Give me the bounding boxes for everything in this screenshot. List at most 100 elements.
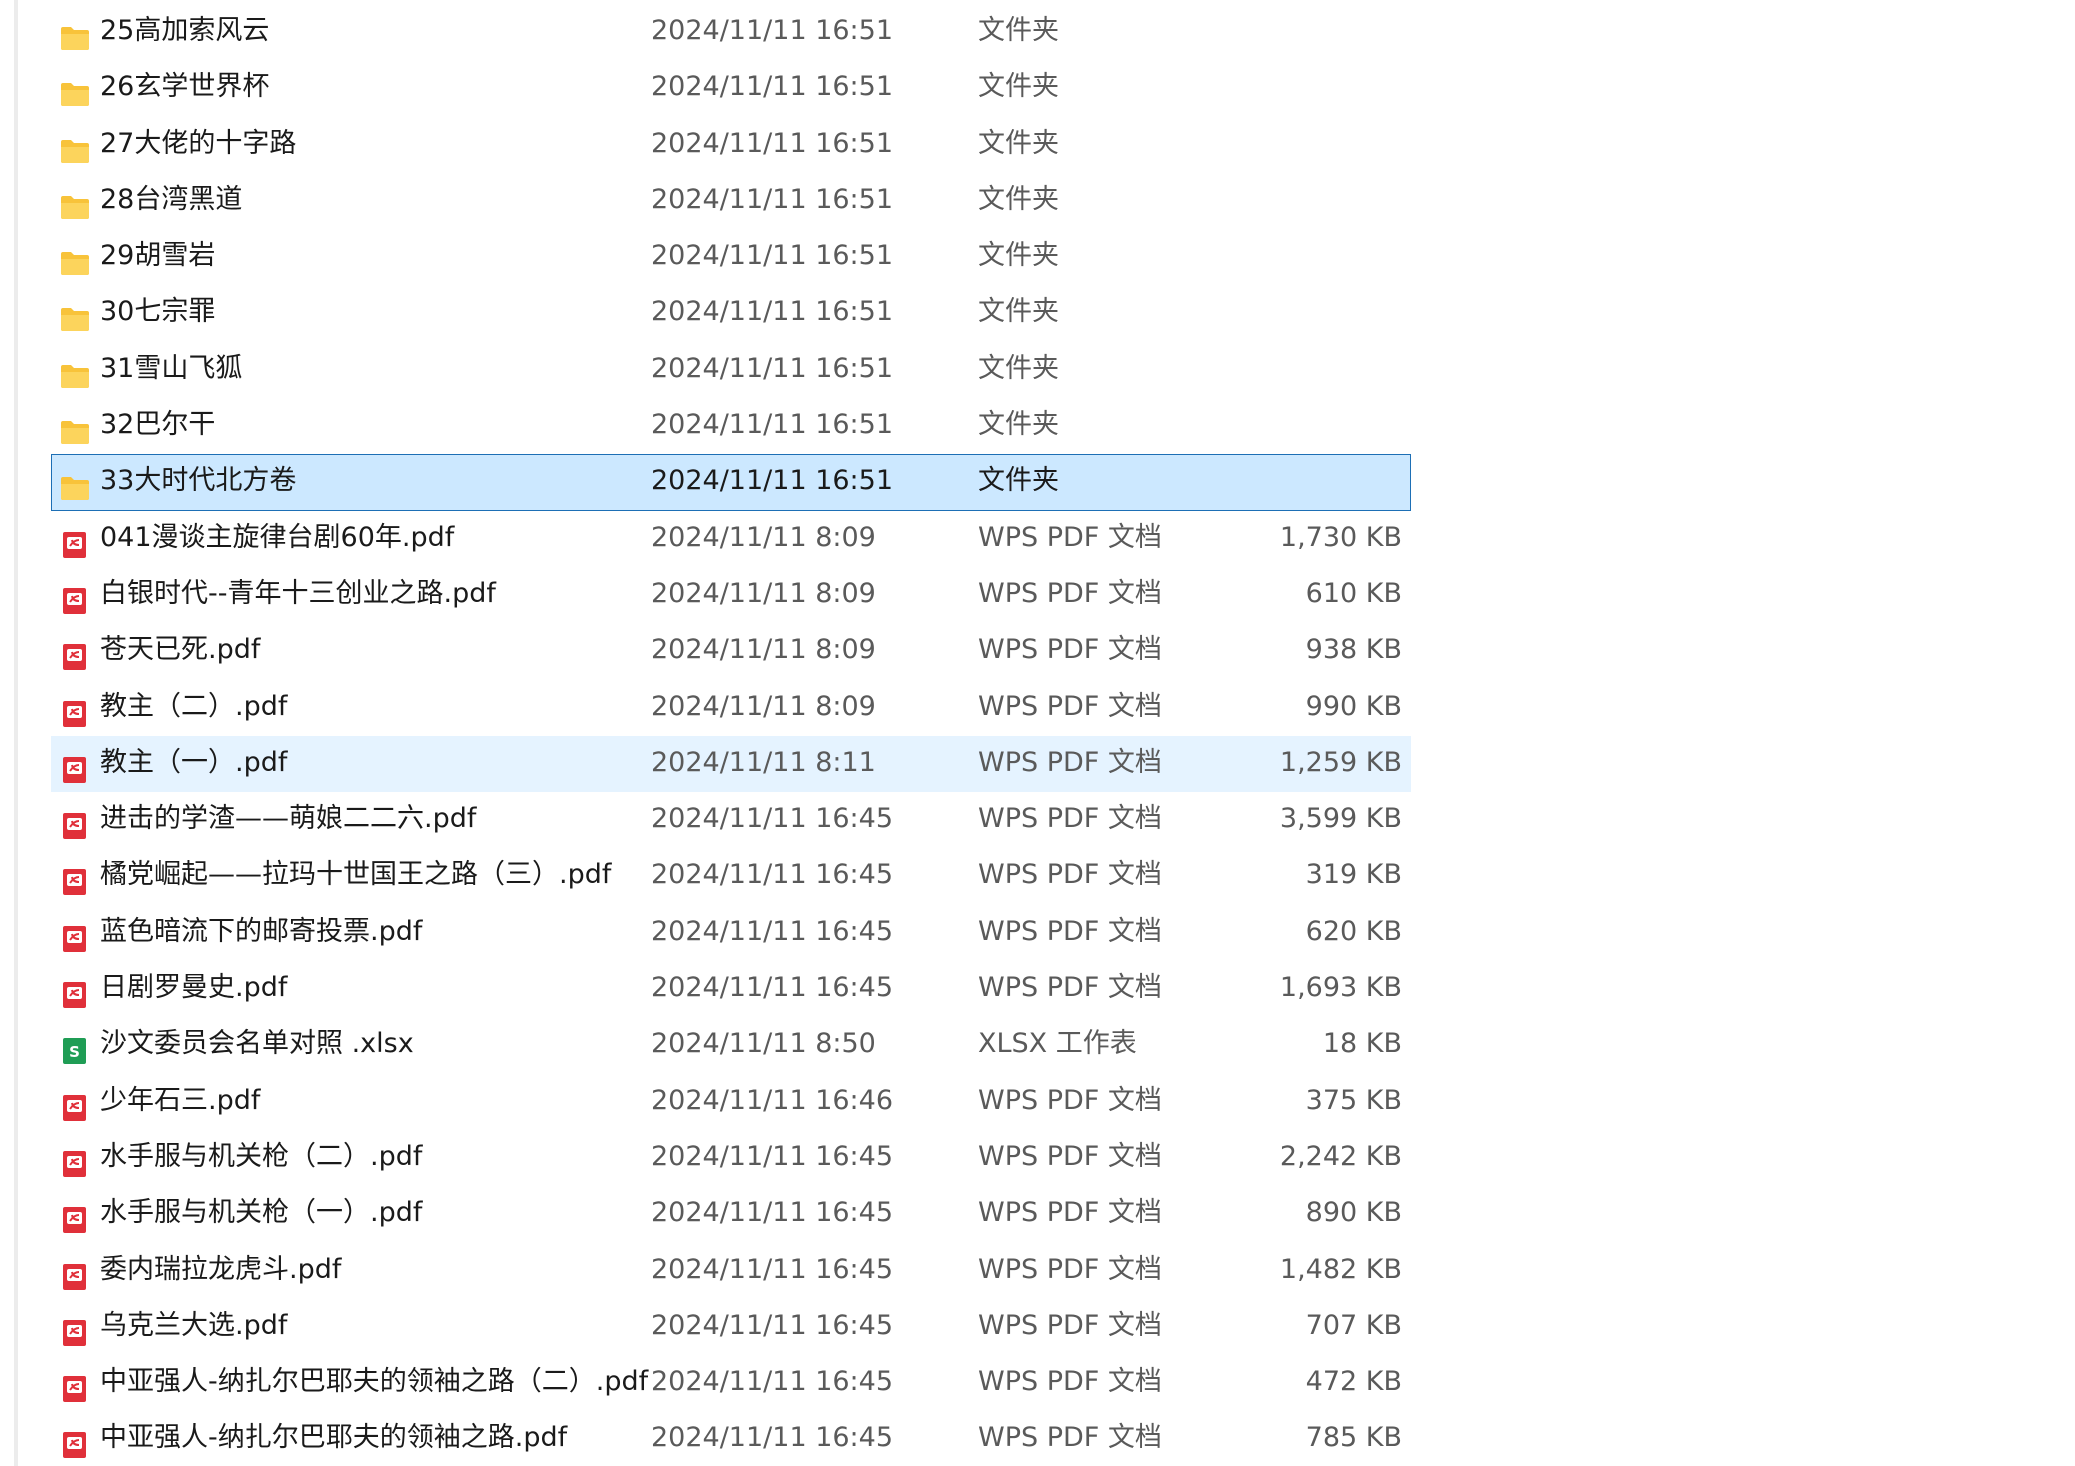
file-row[interactable]: 蓝色暗流下的邮寄投票.pdf 2024/11/11 16:45 WPS PDF 文档… <box>51 905 1411 961</box>
folder-icon <box>60 468 90 501</box>
file-row[interactable]: 水手服与机关枪（一）.pdf 2024/11/11 16:45 WPS PDF 文档… <box>51 1186 1411 1242</box>
file-date-modified: 2024/11/11 16:45 <box>651 1309 894 1341</box>
file-type: 文件夹 <box>978 183 1059 215</box>
folder-icon <box>60 243 90 276</box>
file-date-modified: 2024/11/11 16:51 <box>651 183 894 215</box>
file-type: 文件夹 <box>978 127 1059 159</box>
file-row[interactable]: 日剧罗曼史.pdf 2024/11/11 16:45 WPS PDF 文档 1,693… <box>51 961 1411 1017</box>
file-size: 472 KB <box>1305 1366 1402 1398</box>
file-size: 319 KB <box>1305 859 1402 891</box>
file-name: 041漫谈主旋律台剧60年.pdf <box>100 521 455 553</box>
file-name: 教主（一）.pdf <box>100 746 288 778</box>
file-type: 文件夹 <box>978 352 1059 384</box>
file-size: 707 KB <box>1305 1309 1402 1341</box>
file-date-modified: 2024/11/11 16:45 <box>651 803 894 835</box>
file-row[interactable]: 31雪山飞狐 2024/11/11 16:51 文件夹 <box>51 342 1411 398</box>
folder-icon <box>60 18 90 50</box>
file-name: 31雪山飞狐 <box>100 352 243 384</box>
file-row[interactable]: 教主（一）.pdf 2024/11/11 8:11 WPS PDF 文档 1,259 … <box>51 735 1411 793</box>
file-row[interactable]: S 沙文委员会名单对照 .xlsx 2024/11/11 8:50 XLSX 工作表 1… <box>51 1017 1411 1073</box>
file-row[interactable]: 教主（二）.pdf 2024/11/11 8:09 WPS PDF 文档 990 KB <box>51 680 1411 736</box>
folder-icon <box>60 74 90 107</box>
file-type: 文件夹 <box>978 71 1059 103</box>
file-type: WPS PDF 文档 <box>978 915 1162 947</box>
file-date-modified: 2024/11/11 16:45 <box>651 1140 894 1172</box>
file-row[interactable]: 29胡雪岩 2024/11/11 16:51 文件夹 <box>51 229 1411 285</box>
file-size: 1,482 KB <box>1279 1253 1402 1285</box>
file-size: 785 KB <box>1305 1422 1402 1454</box>
file-type: WPS PDF 文档 <box>978 1197 1162 1229</box>
file-size: 938 KB <box>1305 634 1402 666</box>
file-date-modified: 2024/11/11 16:51 <box>651 352 894 384</box>
file-name: 委内瑞拉龙虎斗.pdf <box>100 1253 342 1285</box>
file-name: 乌克兰大选.pdf <box>100 1309 288 1341</box>
file-row[interactable]: 进击的学渣——萌娘二二六.pdf 2024/11/11 16:45 WPS PDF … <box>51 792 1411 848</box>
file-name: 日剧罗曼史.pdf <box>100 972 288 1004</box>
file-row[interactable]: 26玄学世界杯 2024/11/11 16:51 文件夹 <box>51 60 1411 116</box>
file-row[interactable]: 28台湾黑道 2024/11/11 16:51 文件夹 <box>51 173 1411 229</box>
file-size: 620 KB <box>1305 915 1402 947</box>
file-date-modified: 2024/11/11 16:45 <box>651 1197 894 1229</box>
file-size: 18 KB <box>1322 1028 1402 1060</box>
file-type: WPS PDF 文档 <box>978 972 1162 1004</box>
pdf-icon <box>60 694 90 727</box>
file-row[interactable]: 乌克兰大选.pdf 2024/11/11 16:45 WPS PDF 文档 707 K… <box>51 1299 1411 1355</box>
file-date-modified: 2024/11/11 8:11 <box>651 746 876 778</box>
file-type: WPS PDF 文档 <box>978 1140 1162 1172</box>
file-row[interactable]: 041漫谈主旋律台剧60年.pdf 2024/11/11 8:09 WPS PDF … <box>51 511 1411 567</box>
file-date-modified: 2024/11/11 16:45 <box>651 859 894 891</box>
file-type: 文件夹 <box>978 240 1059 272</box>
file-row[interactable]: 中亚强人-纳扎尔巴耶夫的领袖之路.pdf 2024/11/11 16:45 WPS … <box>51 1411 1411 1466</box>
file-date-modified: 2024/11/11 16:45 <box>651 1422 894 1454</box>
file-row[interactable]: 橘党崛起——拉玛十世国王之路（三）.pdf 2024/11/11 16:45 WPS… <box>51 848 1411 904</box>
file-row[interactable]: 水手服与机关枪（二）.pdf 2024/11/11 16:45 WPS PDF 文档… <box>51 1130 1411 1186</box>
file-date-modified: 2024/11/11 8:09 <box>651 521 876 553</box>
file-type: WPS PDF 文档 <box>978 1084 1162 1116</box>
file-type: WPS PDF 文档 <box>978 1366 1162 1398</box>
file-name: 少年石三.pdf <box>100 1084 261 1116</box>
file-row[interactable]: 苍天已死.pdf 2024/11/11 8:09 WPS PDF 文档 938 KB <box>51 623 1411 679</box>
file-type: 文件夹 <box>978 296 1059 328</box>
pdf-icon <box>60 1200 90 1234</box>
file-size: 990 KB <box>1305 690 1402 722</box>
file-row[interactable]: 白银时代--青年十三创业之路.pdf 2024/11/11 8:09 WPS PDF… <box>51 567 1411 623</box>
file-row[interactable]: 32巴尔干 2024/11/11 16:51 文件夹 <box>51 398 1411 454</box>
file-date-modified: 2024/11/11 16:51 <box>651 71 894 103</box>
folder-icon <box>60 131 90 163</box>
file-name: 沙文委员会名单对照 .xlsx <box>100 1028 414 1060</box>
file-date-modified: 2024/11/11 16:45 <box>651 972 894 1004</box>
file-type: WPS PDF 文档 <box>978 746 1162 778</box>
file-row[interactable]: 33大时代北方卷 2024/11/11 16:51 文件夹 <box>51 454 1411 511</box>
file-type: 文件夹 <box>978 465 1059 497</box>
file-name: 33大时代北方卷 <box>100 465 297 497</box>
file-row[interactable]: 25高加索风云 2024/11/11 16:51 文件夹 <box>51 4 1411 60</box>
xlsx-icon: S <box>60 1031 90 1065</box>
file-size: 1,259 KB <box>1279 746 1402 778</box>
pdf-icon <box>60 806 90 840</box>
pdf-icon <box>60 1369 90 1403</box>
pdf-icon <box>60 919 90 952</box>
file-row[interactable]: 30七宗罪 2024/11/11 16:51 文件夹 <box>51 285 1411 341</box>
file-row[interactable]: 少年石三.pdf 2024/11/11 16:46 WPS PDF 文档 375 KB <box>51 1074 1411 1130</box>
file-row[interactable]: 委内瑞拉龙虎斗.pdf 2024/11/11 16:45 WPS PDF 文档 1,4… <box>51 1243 1411 1299</box>
file-date-modified: 2024/11/11 16:45 <box>651 915 894 947</box>
file-date-modified: 2024/11/11 16:51 <box>651 296 894 328</box>
file-row[interactable]: 中亚强人-纳扎尔巴耶夫的领袖之路（二）.pdf 2024/11/11 16:45 W… <box>51 1355 1411 1411</box>
file-name: 蓝色暗流下的邮寄投票.pdf <box>100 915 423 947</box>
file-row[interactable]: 27大佬的十字路 2024/11/11 16:51 文件夹 <box>51 117 1411 173</box>
file-name: 教主（二）.pdf <box>100 690 288 722</box>
file-date-modified: 2024/11/11 8:09 <box>651 690 876 722</box>
file-size: 2,242 KB <box>1279 1140 1402 1172</box>
file-name: 26玄学世界杯 <box>100 71 270 103</box>
file-date-modified: 2024/11/11 8:50 <box>651 1028 876 1060</box>
navigation-pane-edge <box>14 0 18 1466</box>
file-size: 890 KB <box>1305 1197 1402 1229</box>
file-name: 中亚强人-纳扎尔巴耶夫的领袖之路（二）.pdf <box>100 1366 649 1398</box>
file-date-modified: 2024/11/11 16:45 <box>651 1366 894 1398</box>
file-type: WPS PDF 文档 <box>978 521 1162 553</box>
file-type: 文件夹 <box>978 15 1059 46</box>
file-date-modified: 2024/11/11 16:46 <box>651 1084 894 1116</box>
file-size: 375 KB <box>1305 1084 1402 1116</box>
file-name: 中亚强人-纳扎尔巴耶夫的领袖之路.pdf <box>100 1422 568 1454</box>
file-type: WPS PDF 文档 <box>978 1422 1162 1454</box>
